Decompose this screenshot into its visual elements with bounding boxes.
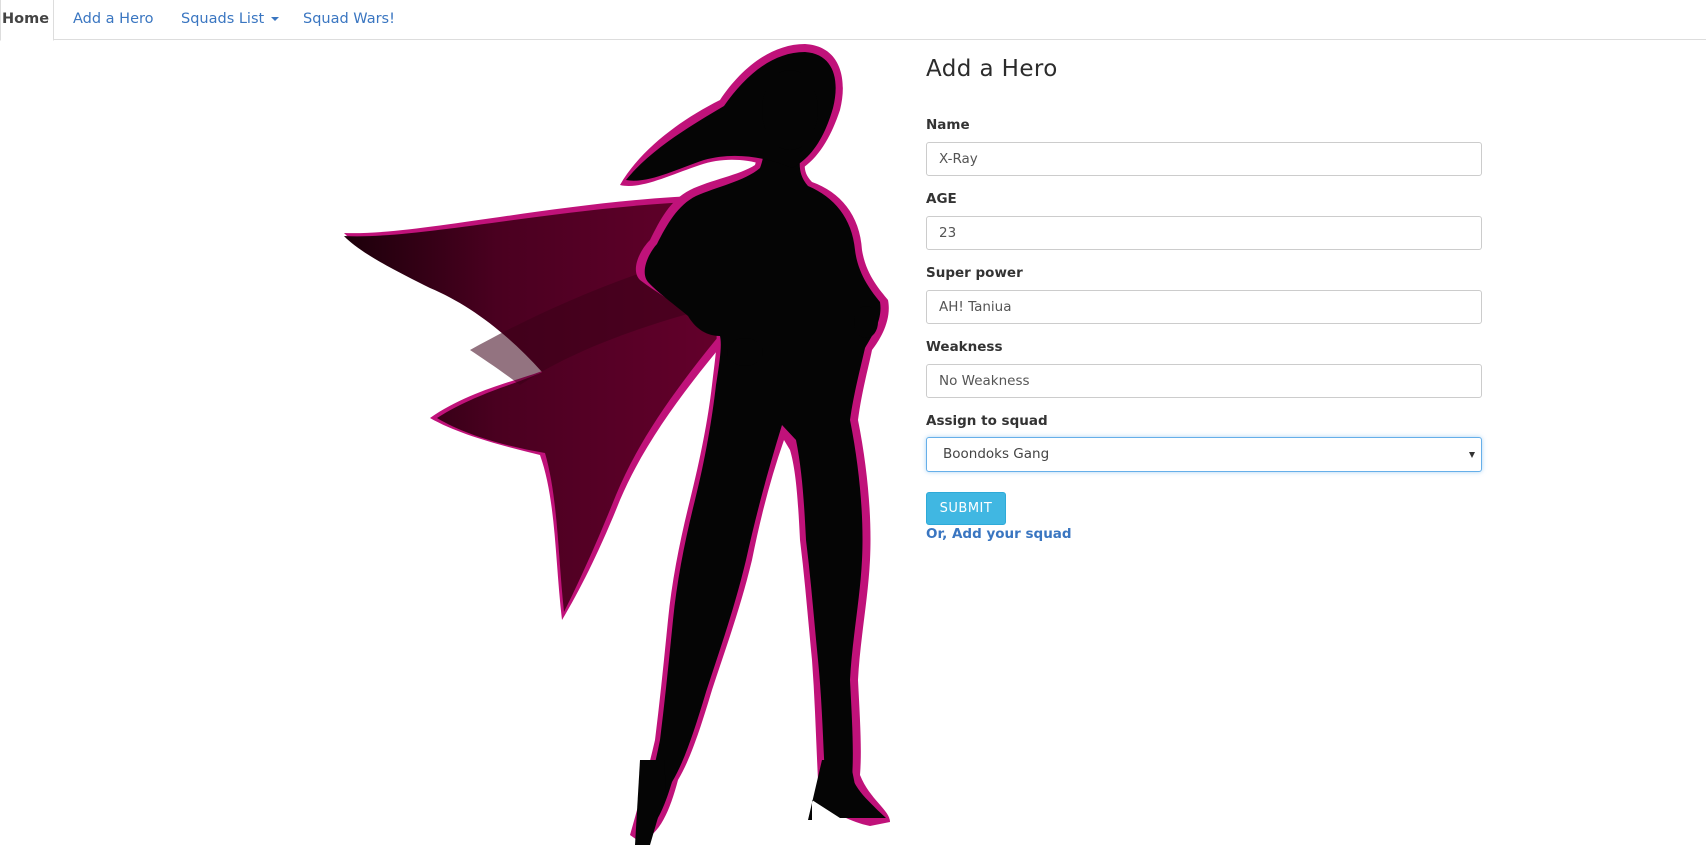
name-field[interactable] — [926, 142, 1482, 176]
right-hand — [854, 306, 878, 338]
nav-tab-home-label: Home — [2, 11, 50, 27]
squad-label: Assign to squad — [926, 413, 1048, 429]
body — [638, 84, 881, 834]
add-squad-link[interactable]: Or, Add your squad — [926, 526, 1072, 542]
weakness-field[interactable] — [926, 364, 1482, 398]
submit-button[interactable]: SUBMIT — [926, 492, 1006, 525]
super-power-field[interactable] — [926, 290, 1482, 324]
age-field[interactable] — [926, 216, 1482, 250]
page-title: Add a Hero — [926, 56, 1058, 82]
super-power-label: Super power — [926, 265, 1023, 281]
left-heel — [635, 760, 666, 845]
top-nav: Home Add a Hero Squads List Squad Wars! — [0, 0, 1706, 41]
weakness-label: Weakness — [926, 339, 1003, 355]
nav-tab-add-hero[interactable]: Add a Hero — [73, 0, 154, 40]
caret-down-icon — [271, 17, 280, 21]
name-label: Name — [926, 117, 970, 133]
squad-select-value: Boondoks Gang — [943, 446, 1050, 462]
nav-tab-add-hero-label: Add a Hero — [73, 11, 154, 27]
nav-tab-squads-list[interactable]: Squads List — [181, 0, 280, 40]
head — [762, 70, 818, 150]
nav-tab-squads-list-label: Squads List — [181, 11, 265, 27]
left-hand — [727, 338, 763, 366]
chevron-down-icon — [1469, 452, 1475, 458]
nav-tab-squad-wars[interactable]: Squad Wars! — [303, 0, 395, 40]
nav-tab-home[interactable]: Home — [0, 0, 54, 41]
squad-select[interactable]: Boondoks Gang — [926, 437, 1482, 472]
age-label: AGE — [926, 191, 957, 207]
superheroine-silhouette-icon — [344, 44, 890, 845]
nav-tab-squad-wars-label: Squad Wars! — [303, 11, 395, 27]
